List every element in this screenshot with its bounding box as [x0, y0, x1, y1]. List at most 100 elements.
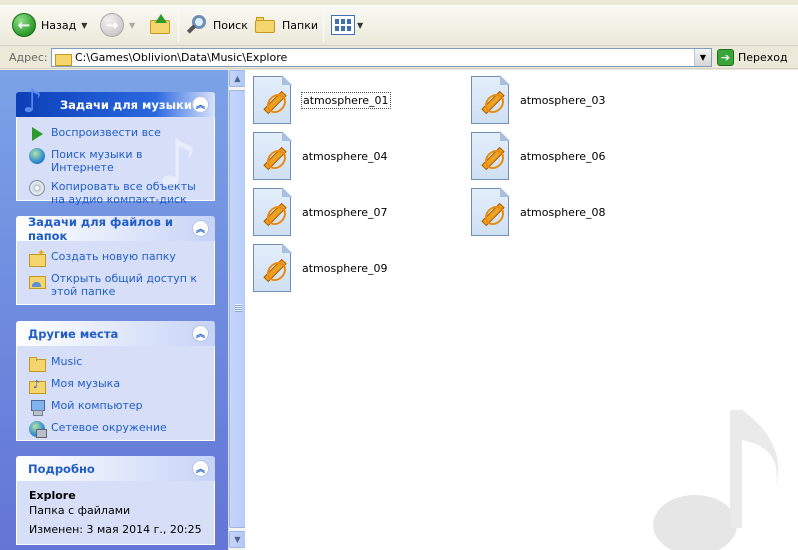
- music-tasks-panel: ♪ Задачи для музыки ︽ ♪ Воспроизвести вс…: [16, 82, 215, 206]
- details-panel: Подробно ︽ Explore Папка с файлами Измен…: [16, 456, 215, 545]
- address-dropdown-icon[interactable]: ▼: [694, 49, 711, 66]
- search-music-online-link[interactable]: Поиск музыки в Интернете: [29, 148, 206, 174]
- task-pane-scrollbar[interactable]: ▲ ▼: [228, 70, 246, 550]
- new-folder-link[interactable]: Создать новую папку: [29, 247, 206, 267]
- collapse-chevron-icon[interactable]: ︽: [192, 96, 209, 113]
- address-label: Адрес:: [9, 51, 48, 64]
- file-item[interactable]: atmosphere_07: [245, 187, 389, 236]
- file-tasks-body: Создать новую папку Открыть общий доступ…: [16, 241, 215, 305]
- audio-file-icon: [253, 131, 292, 180]
- place-my-music-link[interactable]: Моя музыка: [29, 377, 206, 394]
- audio-file-icon: [471, 75, 510, 124]
- place-network-label: Сетевое окружение: [51, 421, 167, 434]
- search-music-online-label: Поиск музыки в Интернете: [51, 148, 143, 174]
- file-name: atmosphere_07: [302, 205, 388, 219]
- file-name: atmosphere_06: [520, 149, 606, 163]
- music-note-icon: ♪: [22, 82, 43, 120]
- file-name: atmosphere_09: [302, 261, 388, 275]
- details-title: Подробно: [28, 461, 95, 476]
- other-places-panel: Другие места ︽ Music Моя музыка Мой комп…: [16, 321, 215, 441]
- play-all-link[interactable]: Воспроизвести все: [29, 126, 206, 142]
- music-tasks-body: ♪ Воспроизвести все Поиск музыки в Интер…: [16, 117, 215, 206]
- music-tasks-title: Задачи для музыки: [60, 97, 192, 112]
- place-my-computer-label: Мой компьютер: [51, 399, 143, 412]
- folders-label: Папки: [282, 18, 318, 32]
- go-label: Переход: [738, 51, 788, 64]
- other-places-header[interactable]: Другие места ︽: [16, 321, 215, 346]
- place-my-computer-link[interactable]: Мой компьютер: [29, 399, 206, 416]
- file-item[interactable]: atmosphere_08: [463, 187, 607, 236]
- file-item[interactable]: atmosphere_03: [463, 75, 607, 124]
- details-name: Explore: [29, 489, 76, 502]
- up-folder-button[interactable]: [148, 9, 172, 41]
- back-arrow-icon: ←: [12, 13, 36, 37]
- place-music-link[interactable]: Music: [29, 355, 206, 372]
- play-icon: [29, 126, 45, 142]
- scroll-thumb[interactable]: [229, 90, 246, 528]
- shared-folder-icon: [29, 272, 46, 289]
- menu-strip: [0, 0, 798, 6]
- toolbar: ← Назад ▼ → ▼ Поиск Папки ▼: [0, 0, 798, 46]
- file-name: atmosphere_08: [520, 205, 606, 219]
- folder-icon: [55, 51, 72, 66]
- new-folder-label: Создать новую папку: [51, 250, 176, 263]
- views-icon: [331, 15, 355, 35]
- file-name: atmosphere_01: [301, 91, 391, 109]
- globe-icon: [29, 148, 45, 164]
- file-item[interactable]: atmosphere_01: [245, 75, 391, 124]
- place-music-label: Music: [51, 355, 83, 368]
- go-button[interactable]: ➔ Переход: [717, 49, 788, 66]
- audio-file-icon: [471, 131, 510, 180]
- forward-button[interactable]: → ▼: [100, 9, 135, 41]
- search-button[interactable]: Поиск: [186, 9, 248, 41]
- folders-button[interactable]: Папки: [255, 9, 318, 41]
- toolbar-separator: [323, 8, 324, 42]
- collapse-chevron-icon[interactable]: ︽: [192, 460, 209, 477]
- search-icon: [186, 14, 208, 36]
- back-dropdown-icon[interactable]: ▼: [81, 21, 87, 30]
- folder-up-icon: [148, 14, 172, 36]
- file-tasks-panel: Задачи для файлов и папок ︽ Создать нову…: [16, 214, 215, 305]
- cd-icon: [29, 180, 45, 196]
- place-network-link[interactable]: Сетевое окружение: [29, 421, 206, 438]
- details-modified: Изменен: 3 мая 2014 г., 20:25: [29, 523, 202, 536]
- views-dropdown-icon[interactable]: ▼: [357, 21, 363, 30]
- folders-icon: [255, 16, 277, 34]
- address-path[interactable]: C:\Games\Oblivion\Data\Music\Explore: [75, 51, 694, 64]
- details-body: Explore Папка с файлами Изменен: 3 мая 2…: [16, 481, 215, 545]
- audio-file-icon: [471, 187, 510, 236]
- file-item[interactable]: atmosphere_06: [463, 131, 607, 180]
- computer-icon: [29, 399, 45, 416]
- other-places-body: Music Моя музыка Мой компьютер Сетевое о…: [16, 346, 215, 441]
- file-tasks-title: Задачи для файлов и папок: [28, 214, 173, 243]
- file-item[interactable]: atmosphere_09: [245, 243, 389, 292]
- music-tasks-header[interactable]: ♪ Задачи для музыки ︽: [16, 82, 215, 120]
- toolbar-separator: [178, 8, 179, 42]
- folder-icon: [29, 355, 46, 372]
- details-header[interactable]: Подробно ︽: [16, 456, 215, 481]
- audio-file-icon: [253, 75, 292, 124]
- share-folder-link[interactable]: Открыть общий доступ к этой папке: [29, 272, 206, 298]
- file-item[interactable]: atmosphere_04: [245, 131, 389, 180]
- audio-file-icon: [253, 243, 292, 292]
- file-name: atmosphere_04: [302, 149, 388, 163]
- collapse-chevron-icon[interactable]: ︽: [192, 220, 209, 237]
- scroll-up-icon[interactable]: ▲: [229, 70, 246, 87]
- address-bar: Адрес: C:\Games\Oblivion\Data\Music\Expl…: [0, 46, 798, 69]
- copy-to-audio-cd-link[interactable]: Копировать все объекты на аудио компакт-…: [29, 180, 206, 206]
- audio-file-icon: [253, 187, 292, 236]
- collapse-chevron-icon[interactable]: ︽: [192, 325, 209, 342]
- views-button[interactable]: ▼: [331, 9, 363, 41]
- file-tasks-header[interactable]: Задачи для файлов и папок ︽: [16, 214, 215, 243]
- back-button[interactable]: ← Назад ▼: [12, 9, 87, 41]
- play-all-label: Воспроизвести все: [51, 126, 161, 139]
- my-music-icon: [29, 377, 46, 394]
- share-folder-label: Открыть общий доступ к этой папке: [51, 272, 198, 298]
- scroll-down-icon[interactable]: ▼: [229, 531, 246, 548]
- forward-dropdown-icon[interactable]: ▼: [129, 21, 135, 30]
- place-my-music-label: Моя музыка: [51, 377, 121, 390]
- search-label: Поиск: [213, 18, 248, 32]
- back-label: Назад: [41, 18, 77, 32]
- forward-arrow-icon: →: [100, 13, 124, 37]
- address-input[interactable]: C:\Games\Oblivion\Data\Music\Explore ▼: [51, 48, 712, 67]
